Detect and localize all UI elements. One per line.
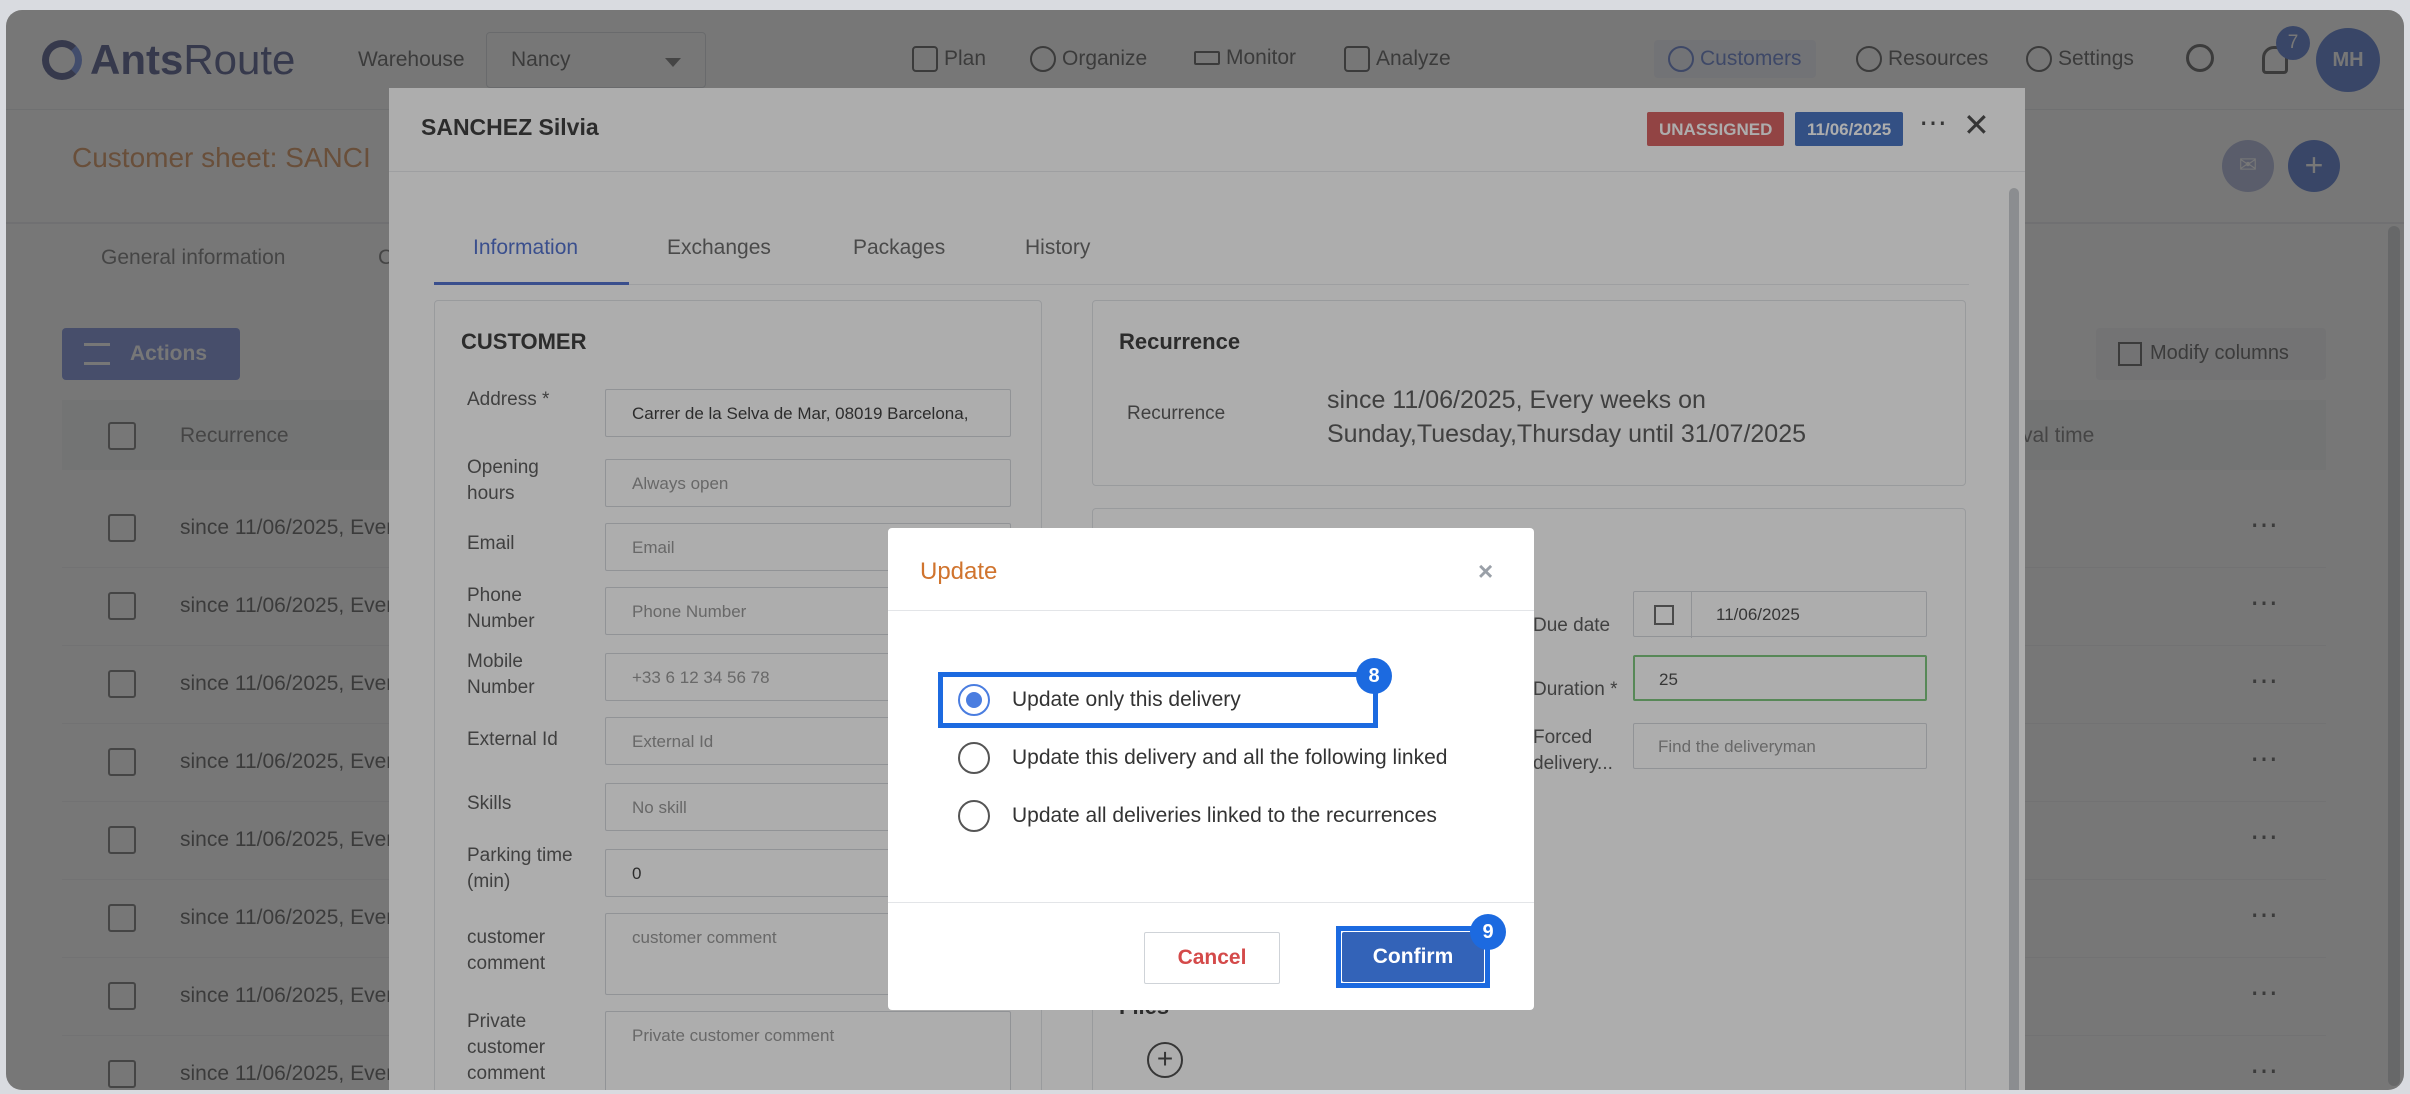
- confirm-button[interactable]: Confirm: [1342, 932, 1484, 982]
- radio-unselected[interactable]: [958, 800, 990, 832]
- option-this-and-following-label: Update this delivery and all the followi…: [1012, 746, 1448, 769]
- option-only-this-delivery[interactable]: Update only this delivery: [958, 684, 1241, 716]
- radio-unselected[interactable]: [958, 742, 990, 774]
- dialog-title: Update: [920, 558, 998, 585]
- app-window: AntsRoute Warehouse Nancy Plan Organize …: [6, 10, 2404, 1090]
- cancel-button[interactable]: Cancel: [1144, 932, 1280, 984]
- update-dialog: Update × 8 Update only this delivery Upd…: [888, 528, 1534, 1010]
- close-icon[interactable]: ×: [1478, 556, 1493, 587]
- option-all-linked[interactable]: Update all deliveries linked to the recu…: [958, 800, 1437, 832]
- option-this-and-following[interactable]: Update this delivery and all the followi…: [958, 742, 1447, 774]
- option-only-this-delivery-label: Update only this delivery: [1012, 688, 1241, 711]
- step-badge-9: 9: [1470, 914, 1506, 950]
- option-all-linked-label: Update all deliveries linked to the recu…: [1012, 804, 1437, 827]
- dialog-divider: [888, 610, 1534, 611]
- dialog-footer-divider: [888, 902, 1534, 903]
- radio-selected[interactable]: [958, 684, 990, 716]
- step-badge-8: 8: [1356, 658, 1392, 694]
